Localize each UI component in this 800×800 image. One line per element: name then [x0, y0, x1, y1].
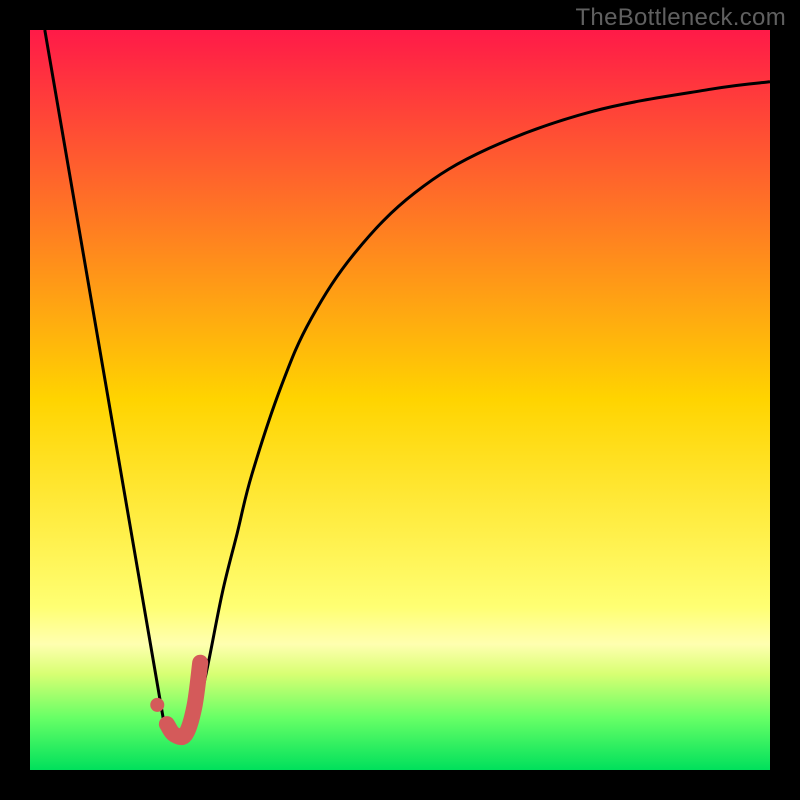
bottleneck-chart	[0, 0, 800, 800]
marker-dot	[150, 698, 164, 712]
chart-frame: TheBottleneck.com	[0, 0, 800, 800]
plot-background	[30, 30, 770, 770]
